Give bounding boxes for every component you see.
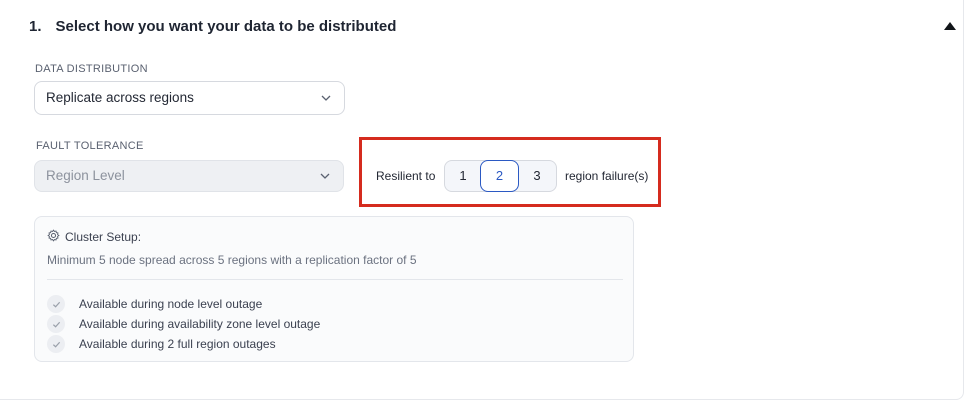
divider (47, 279, 623, 280)
feature-text: Available during availability zone level… (79, 317, 321, 331)
section-number: 1. (29, 18, 42, 35)
resilience-option-2[interactable]: 2 (480, 160, 519, 192)
check-icon (47, 295, 65, 313)
feature-item: Available during availability zone level… (47, 315, 320, 333)
resilient-to-label: Resilient to (376, 169, 436, 183)
cluster-setup-panel: Cluster Setup: Minimum 5 node spread acr… (34, 216, 634, 362)
gear-icon (47, 229, 60, 245)
cluster-setup-title: Cluster Setup: (65, 230, 142, 244)
cluster-setup-header: Cluster Setup: (47, 229, 141, 245)
section-header: 1. Select how you want your data to be d… (29, 18, 396, 35)
region-failure-selector: 1 2 3 (444, 160, 557, 192)
check-icon (47, 315, 65, 333)
feature-text: Available during node level outage (79, 297, 263, 311)
feature-item: Available during node level outage (47, 295, 262, 313)
fault-tolerance-value: Region Level (46, 168, 125, 183)
collapse-up-icon[interactable] (943, 20, 957, 32)
chevron-down-icon (321, 93, 331, 102)
resilience-option-1[interactable]: 1 (445, 161, 481, 191)
check-icon (47, 335, 65, 353)
data-distribution-select[interactable]: Replicate across regions (34, 81, 345, 115)
feature-item: Available during 2 full region outages (47, 335, 276, 353)
distribution-card: 1. Select how you want your data to be d… (0, 0, 964, 400)
fault-tolerance-select: Region Level (34, 160, 344, 192)
fault-tolerance-label: FAULT TOLERANCE (36, 140, 144, 152)
chevron-down-icon (320, 171, 330, 180)
region-failures-label: region failure(s) (565, 169, 649, 183)
data-distribution-label: DATA DISTRIBUTION (35, 63, 148, 75)
resilience-option-3[interactable]: 3 (519, 161, 555, 191)
feature-text: Available during 2 full region outages (79, 337, 276, 351)
cluster-setup-description: Minimum 5 node spread across 5 regions w… (47, 253, 417, 267)
section-title: Select how you want your data to be dist… (55, 18, 397, 35)
data-distribution-value: Replicate across regions (46, 90, 194, 105)
